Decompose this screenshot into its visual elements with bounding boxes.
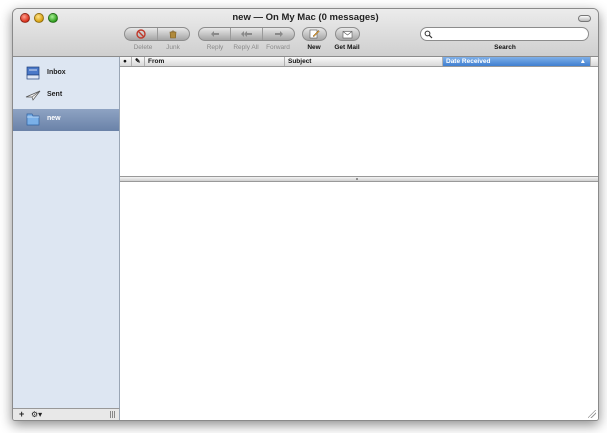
reply-all-arrow-icon: [240, 31, 252, 37]
action-menu-button[interactable]: ⚙▾: [31, 410, 42, 419]
message-preview-pane: [120, 182, 598, 420]
junk-bag-icon: [169, 30, 177, 39]
get-mail-label: Get Mail: [334, 44, 360, 51]
add-mailbox-button[interactable]: +: [19, 409, 24, 419]
paper-plane-icon: [25, 90, 41, 101]
reply-all-button[interactable]: [231, 28, 263, 40]
toolbar: new — On My Mac (0 messages) Delete Junk: [13, 9, 598, 57]
forward-button[interactable]: [263, 28, 294, 40]
column-subject[interactable]: Subject: [285, 57, 443, 66]
search-icon: [424, 30, 433, 39]
search-field[interactable]: [420, 27, 589, 41]
sidebar-item-label: new: [47, 115, 61, 122]
sort-ascending-icon: ▲: [579, 58, 586, 65]
get-mail-envelope-icon: [342, 30, 353, 38]
column-date-received-label: Date Received: [446, 58, 491, 65]
toolbar-toggle-button[interactable]: [578, 15, 591, 22]
reply-arrow-icon: [210, 31, 219, 37]
get-mail-button[interactable]: [335, 27, 360, 41]
window-resize-grip[interactable]: [588, 410, 596, 418]
sidebar-bottom-bar: + ⚙▾: [13, 408, 120, 420]
sidebar-item-sent[interactable]: Sent: [13, 85, 119, 107]
message-list[interactable]: [120, 67, 598, 176]
junk-button[interactable]: [158, 28, 190, 40]
message-list-header: ● ✎ From Subject Date Received ▲: [120, 57, 598, 67]
sidebar-item-label: Sent: [47, 91, 63, 98]
reply-button[interactable]: [199, 28, 231, 40]
column-date-received[interactable]: Date Received ▲: [443, 57, 591, 66]
sidebar-item-inbox[interactable]: Inbox: [13, 63, 119, 85]
sidebar-item-label: Inbox: [47, 69, 66, 76]
compose-pencil-icon: [309, 29, 320, 39]
column-flag[interactable]: ✎: [132, 57, 145, 66]
sidebar-resize-grip[interactable]: [110, 411, 116, 418]
forward-label: Forward: [266, 44, 290, 51]
search-label: Search: [494, 44, 516, 51]
forward-arrow-icon: [274, 31, 283, 37]
reply-segment: [198, 27, 295, 41]
sidebar-item-new[interactable]: new: [13, 109, 119, 131]
window-title: new — On My Mac (0 messages): [232, 12, 379, 23]
mail-window: new — On My Mac (0 messages) Delete Junk: [12, 8, 599, 421]
junk-label: Junk: [166, 44, 180, 51]
splitter-handle[interactable]: [356, 178, 358, 180]
delete-icon: [136, 29, 146, 39]
column-from[interactable]: From: [145, 57, 285, 66]
folder-icon: [26, 113, 40, 126]
delete-button[interactable]: [125, 28, 158, 40]
mailbox-sidebar: Inbox Sent new: [13, 57, 120, 408]
inbox-tray-icon: [26, 66, 40, 80]
delete-junk-segment: [124, 27, 190, 41]
new-message-button[interactable]: [302, 27, 327, 41]
column-unread[interactable]: ●: [120, 57, 132, 66]
